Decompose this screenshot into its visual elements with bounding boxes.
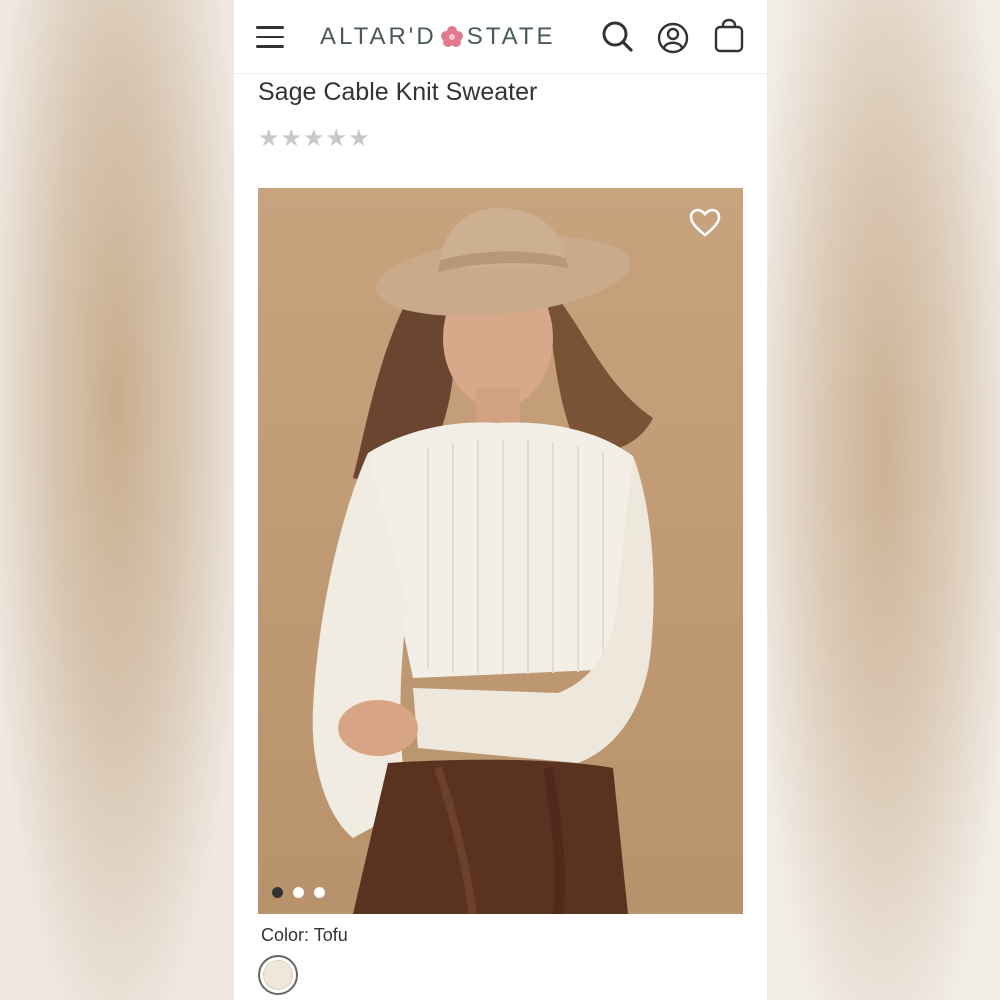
background-right [767,0,1000,1000]
search-icon[interactable] [600,18,634,54]
flower-logo-icon [440,26,463,47]
color-label: Color: Tofu [261,925,348,945]
color-swatch-tofu[interactable] [258,955,298,995]
gallery-dot-2[interactable] [293,887,304,898]
product-image-gallery[interactable] [258,188,743,914]
heart-icon[interactable] [689,208,721,238]
shopping-bag-icon[interactable] [712,18,746,54]
logo-text-right: STATE [466,23,556,50]
rating-stars[interactable]: ★★★★★ [258,124,371,153]
phone-screen: ALTAR'D STATE Sage Cable Knit Sweater ★★… [234,0,767,1000]
gallery-dot-1[interactable] [272,887,283,898]
site-header: ALTAR'D STATE [234,0,767,74]
gallery-dot-3[interactable] [314,887,325,898]
logo-text-left: ALTAR'D [320,23,437,50]
site-logo[interactable]: ALTAR'D STATE [320,22,556,52]
product-photo [312,207,654,914]
product-title: Sage Cable Knit Sweater [258,78,538,106]
gallery-pagination [272,887,325,898]
background-left [0,0,234,1000]
menu-icon[interactable] [256,26,284,48]
account-icon[interactable] [656,18,690,54]
swatch-fill [263,960,293,990]
